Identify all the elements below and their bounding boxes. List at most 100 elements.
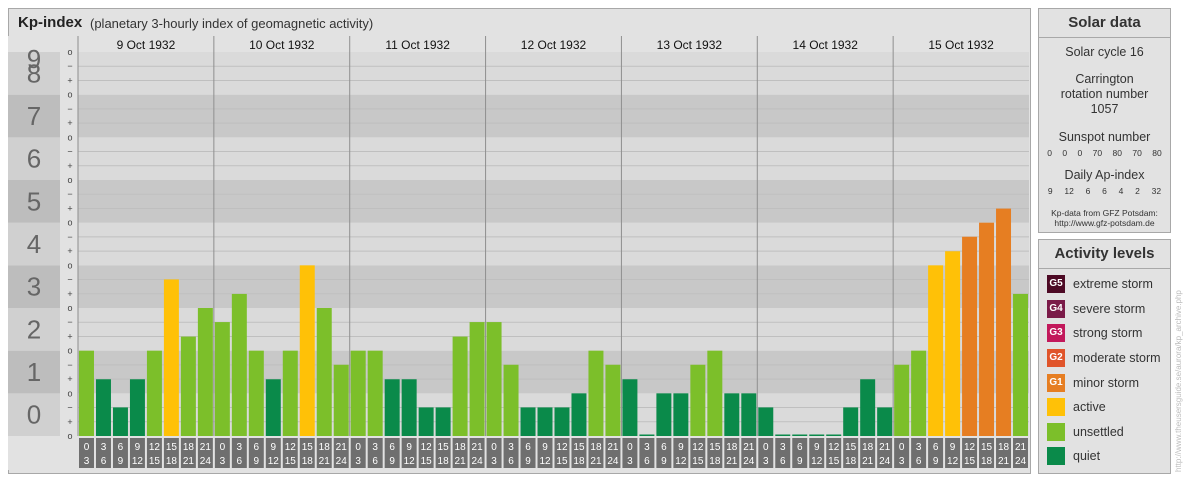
minor-tick-label: − <box>67 61 72 71</box>
interval-end-label: 3 <box>491 456 497 467</box>
kp-bar <box>79 350 94 436</box>
level-band <box>78 94 1029 138</box>
minor-tick-label: o <box>67 90 72 100</box>
interval-start-label: 21 <box>336 442 348 453</box>
kp-bar <box>129 379 145 436</box>
data-source-link[interactable]: http://www.gfz-potsdam.de <box>1039 218 1170 228</box>
kp-bar <box>231 293 247 436</box>
kp-bar <box>163 279 179 436</box>
minor-tick-label: o <box>67 388 72 398</box>
minor-tick-label: o <box>67 47 72 57</box>
interval-end-label: 12 <box>811 456 823 467</box>
kp-bar <box>996 208 1012 436</box>
interval-end-label: 21 <box>862 456 874 467</box>
interval-end-label: 3 <box>763 456 769 467</box>
kp-bar <box>112 407 128 436</box>
interval-end-label: 15 <box>964 456 976 467</box>
ap-value: 4 <box>1118 186 1124 196</box>
kp-bar <box>95 379 111 436</box>
interval-start-label: 21 <box>607 442 619 453</box>
minor-tick-label: − <box>67 403 72 413</box>
interval-end-label: 9 <box>525 456 531 467</box>
interval-start-label: 15 <box>302 442 314 453</box>
interval-end-label: 6 <box>101 456 107 467</box>
legend-item-g4: G4 severe storm <box>1039 297 1170 322</box>
y-level-label: 6 <box>27 144 41 174</box>
interval-end-label: 24 <box>200 456 212 467</box>
minor-tick-label: − <box>67 189 72 199</box>
data-source-line: Kp-data from GFZ Potsdam: <box>1051 208 1158 218</box>
interval-start-label: 0 <box>220 442 226 453</box>
interval-start-label: 18 <box>590 442 602 453</box>
minor-tick-label: o <box>67 346 72 356</box>
interval-end-label: 21 <box>998 456 1010 467</box>
interval-start-label: 9 <box>271 442 277 453</box>
ap-value: 12 <box>1064 186 1074 196</box>
legend-label: minor storm <box>1073 375 1139 390</box>
interval-end-label: 3 <box>220 456 226 467</box>
y-level-label: 5 <box>27 186 41 216</box>
legend-swatch: G2 <box>1047 349 1065 368</box>
interval-end-label: 15 <box>285 456 297 467</box>
level-band <box>78 265 1029 308</box>
kp-bar <box>945 251 961 436</box>
kp-bar <box>180 336 196 436</box>
interval-start-label: 3 <box>237 442 243 453</box>
kp-bar <box>282 350 298 436</box>
solar-data-panel: Solar data Solar cycle 16 Carrington rot… <box>1038 8 1171 233</box>
interval-start-label: 9 <box>950 442 956 453</box>
ap-value: 32 <box>1151 186 1162 196</box>
kp-bar <box>707 350 723 436</box>
legend-item-g1: G1 minor storm <box>1039 370 1170 395</box>
y-level-label: 7 <box>27 101 41 131</box>
interval-end-label: 24 <box>336 456 348 467</box>
kp-bar <box>401 379 417 436</box>
interval-start-label: 6 <box>389 442 395 453</box>
interval-start-label: 3 <box>508 442 514 453</box>
minor-tick-label: − <box>67 317 72 327</box>
interval-end-label: 24 <box>743 456 755 467</box>
sunspot-value: 80 <box>1152 148 1162 158</box>
kp-bar <box>1013 293 1028 436</box>
ap-value: 9 <box>1047 186 1053 196</box>
minor-tick-label: + <box>67 374 72 384</box>
minor-tick-label: + <box>67 203 72 213</box>
interval-end-label: 18 <box>573 456 585 467</box>
interval-end-label: 12 <box>404 456 416 467</box>
kp-bar <box>860 379 876 436</box>
interval-start-label: 6 <box>933 442 939 453</box>
interval-start-label: 3 <box>780 442 786 453</box>
kp-bar <box>571 393 587 436</box>
interval-end-label: 3 <box>627 456 633 467</box>
activity-legend: G5 extreme storm G4 severe storm G3 stro… <box>1039 269 1170 469</box>
kp-bar <box>333 364 349 436</box>
kp-bar <box>418 407 434 436</box>
kp-bar <box>809 434 825 436</box>
minor-tick-label: + <box>67 246 72 256</box>
interval-start-label: 6 <box>525 442 531 453</box>
legend-label: moderate storm <box>1073 351 1161 366</box>
day-label: 15 Oct 1932 <box>928 38 994 52</box>
interval-start-label: 21 <box>879 442 891 453</box>
kp-bar <box>367 350 383 436</box>
interval-start-label: 12 <box>692 442 704 453</box>
interval-start-label: 9 <box>814 442 820 453</box>
interval-start-label: 15 <box>981 442 993 453</box>
kp-bar <box>197 308 213 436</box>
day-label: 13 Oct 1932 <box>657 38 723 52</box>
kp-bar <box>843 407 859 436</box>
kp-bar <box>826 434 842 436</box>
sunspot-value: 0 <box>1047 148 1052 158</box>
interval-end-label: 24 <box>1015 456 1027 467</box>
legend-item-g5: G5 extreme storm <box>1039 272 1170 297</box>
interval-start-label: 0 <box>491 442 497 453</box>
kp-bar <box>350 350 366 436</box>
kp-bar <box>316 308 332 436</box>
interval-end-label: 9 <box>661 456 667 467</box>
kp-bar <box>265 379 281 436</box>
interval-end-label: 6 <box>644 456 650 467</box>
kp-bar <box>554 407 570 436</box>
interval-start-label: 3 <box>916 442 922 453</box>
kp-bar <box>792 434 808 436</box>
kp-bar <box>928 265 944 436</box>
